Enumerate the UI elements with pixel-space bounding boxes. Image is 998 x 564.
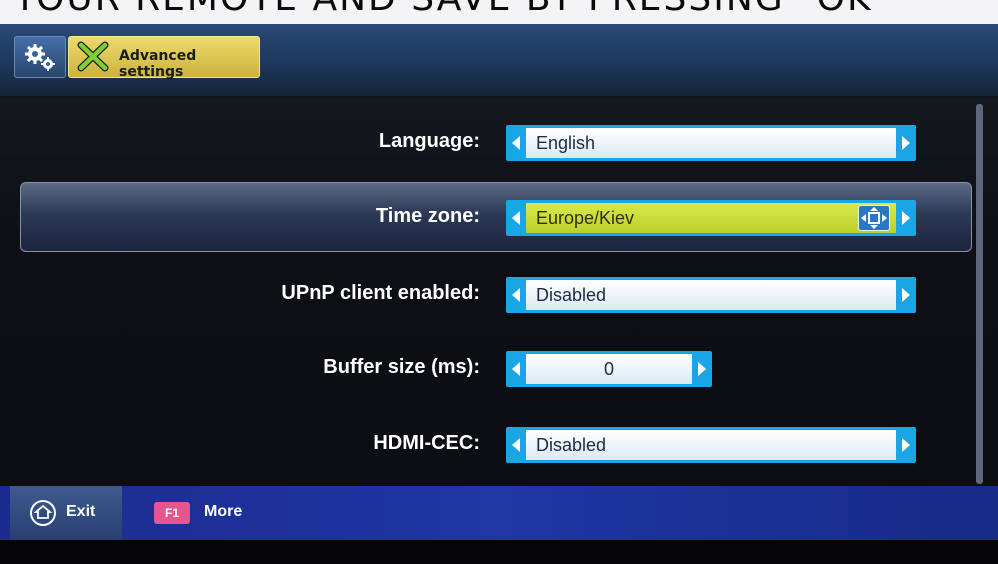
screen-bezel bbox=[0, 540, 998, 564]
arrow-right-icon[interactable] bbox=[902, 211, 910, 225]
buffer-size-stepper[interactable]: 0 bbox=[506, 351, 712, 387]
scrollbar-thumb[interactable] bbox=[976, 104, 983, 484]
upnp-client-value: Disabled bbox=[526, 280, 896, 310]
arrow-left-icon[interactable] bbox=[512, 288, 520, 302]
hdmi-cec-selector[interactable]: Disabled bbox=[506, 427, 916, 463]
advanced-settings-label: Advanced settings bbox=[119, 48, 197, 80]
time-zone-value: Europe/Kiev bbox=[526, 203, 896, 233]
arrow-left-icon[interactable] bbox=[512, 136, 520, 150]
time-zone-selector[interactable]: Europe/Kiev bbox=[506, 200, 916, 236]
arrow-left-icon[interactable] bbox=[512, 438, 520, 452]
f1-key-badge[interactable]: F1 bbox=[154, 502, 190, 524]
hdmi-cec-value: Disabled bbox=[526, 430, 896, 460]
arrow-right-icon[interactable] bbox=[902, 438, 910, 452]
photo-caption-strip: YOUR REMOTE AND SAVE BY PRESSING "OK" bbox=[0, 0, 998, 24]
arrow-right-icon[interactable] bbox=[902, 136, 910, 150]
exit-button[interactable]: Exit bbox=[10, 486, 122, 540]
language-label: Language: bbox=[378, 130, 480, 152]
home-icon bbox=[30, 500, 56, 526]
exit-label: Exit bbox=[66, 503, 96, 520]
time-zone-label: Time zone: bbox=[375, 205, 480, 227]
more-label[interactable]: More bbox=[204, 503, 242, 521]
tv-screen: Advanced settings Language: English Time… bbox=[0, 24, 998, 540]
header-bar: Advanced settings bbox=[0, 24, 998, 96]
photo-caption-text: YOUR REMOTE AND SAVE BY PRESSING "OK" bbox=[14, 0, 891, 19]
settings-button[interactable] bbox=[14, 36, 66, 78]
header-divider bbox=[0, 96, 998, 98]
advanced-settings-tab[interactable]: Advanced settings bbox=[68, 36, 260, 80]
arrow-right-icon[interactable] bbox=[698, 362, 706, 376]
buffer-size-value: 0 bbox=[526, 354, 692, 384]
upnp-client-label: UPnP client enabled: bbox=[281, 282, 480, 304]
arrow-left-icon[interactable] bbox=[512, 211, 520, 225]
footer-bar: Exit F1 More bbox=[0, 486, 998, 540]
edit-focus-icon[interactable] bbox=[858, 205, 890, 231]
language-selector[interactable]: English bbox=[506, 125, 916, 161]
tools-icon bbox=[75, 40, 111, 78]
hdmi-cec-label: HDMI-CEC: bbox=[373, 432, 480, 454]
gears-icon bbox=[15, 44, 65, 81]
arrow-left-icon[interactable] bbox=[512, 362, 520, 376]
buffer-size-label: Buffer size (ms): bbox=[323, 356, 480, 378]
arrow-right-icon[interactable] bbox=[902, 288, 910, 302]
upnp-client-selector[interactable]: Disabled bbox=[506, 277, 916, 313]
language-value: English bbox=[526, 128, 896, 158]
settings-scrollbar[interactable] bbox=[976, 104, 983, 484]
